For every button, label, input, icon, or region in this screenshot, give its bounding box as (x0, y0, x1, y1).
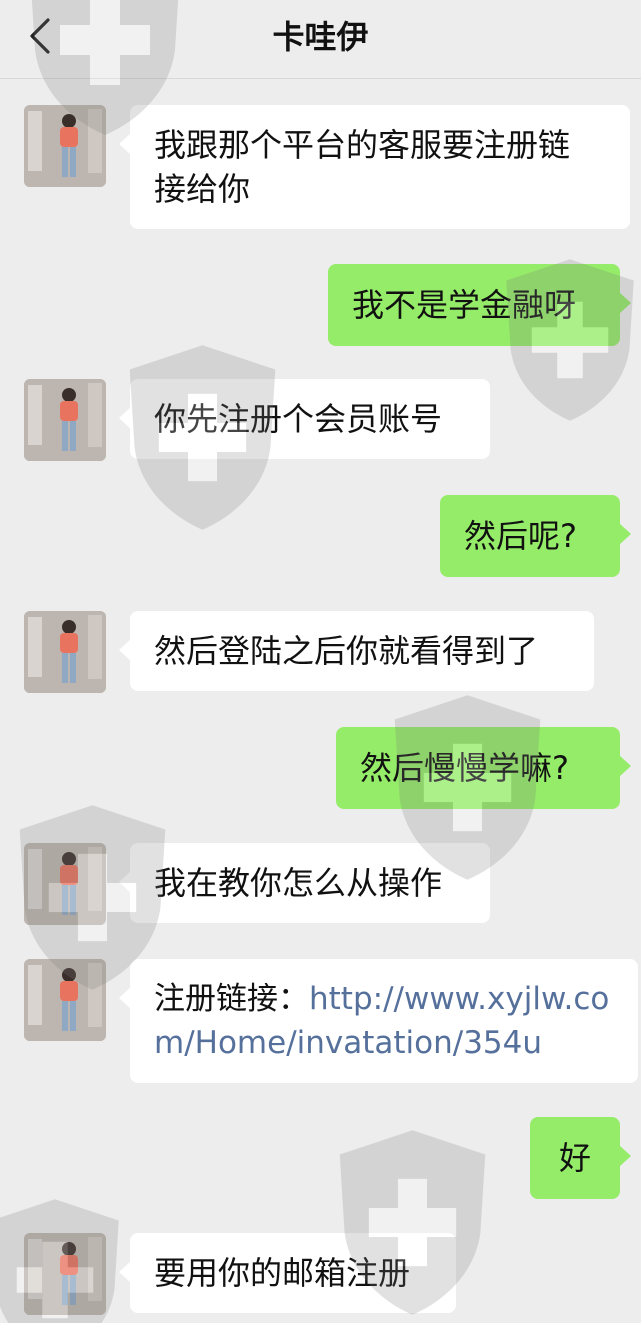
received-message-bubble[interactable]: 要用你的邮箱注册 (119, 1233, 456, 1313)
avatar[interactable] (24, 959, 106, 1041)
received-message-bubble[interactable]: 我跟那个平台的客服要注册链 接给你 (119, 105, 630, 229)
message-text: 我不是学金融呀 (352, 286, 577, 324)
avatar[interactable] (24, 379, 106, 461)
avatar-image (24, 379, 106, 461)
avatar-image (24, 611, 106, 693)
avatar[interactable] (24, 105, 106, 187)
message-text-line: 接给你 (154, 170, 251, 208)
avatar-image (24, 959, 106, 1041)
sent-message-bubble[interactable]: 然后呢? (440, 495, 631, 577)
sent-message-bubble[interactable]: 然后慢慢学嘛? (336, 727, 631, 809)
avatar-image (24, 843, 106, 925)
message-text: 然后呢? (464, 517, 577, 555)
received-message-bubble[interactable]: 你先注册个会员账号 (119, 379, 490, 459)
chat-screen: 卡哇伊 我跟那个平台的客服要注册链 接给你 我不是学金融呀 你先注册个会员账号 … (0, 0, 641, 1323)
received-message-bubble[interactable]: 我在教你怎么从操作 (119, 843, 490, 923)
message-text-line: 我跟那个平台的客服要注册链 (154, 126, 571, 164)
message-text: 你先注册个会员账号 (154, 400, 443, 438)
sent-message-bubble[interactable]: 我不是学金融呀 (328, 264, 631, 346)
avatar[interactable] (24, 843, 106, 925)
avatar[interactable] (24, 1233, 106, 1315)
message-text: 然后登陆之后你就看得到了 (154, 632, 539, 670)
registration-link-continued[interactable]: m/Home/invatation/354u (154, 1025, 542, 1061)
link-prefix-text: 注册链接： (154, 981, 309, 1017)
message-text: 然后慢慢学嘛? (360, 749, 569, 787)
avatar[interactable] (24, 611, 106, 693)
message-text: 我在教你怎么从操作 (154, 864, 443, 902)
chat-header: 卡哇伊 (0, 0, 641, 79)
received-message-bubble[interactable]: 然后登陆之后你就看得到了 (119, 611, 594, 691)
received-message-bubble[interactable]: 注册链接：http://www.xyjlw.co m/Home/invatati… (119, 959, 638, 1083)
avatar-image (24, 105, 106, 187)
registration-link[interactable]: http://www.xyjlw.co (309, 981, 609, 1017)
message-text: 好 (558, 1139, 591, 1177)
sent-message-bubble[interactable]: 好 (530, 1117, 631, 1199)
chat-title: 卡哇伊 (272, 18, 369, 56)
avatar-image (24, 1233, 106, 1315)
message-text: 要用你的邮箱注册 (154, 1254, 411, 1292)
